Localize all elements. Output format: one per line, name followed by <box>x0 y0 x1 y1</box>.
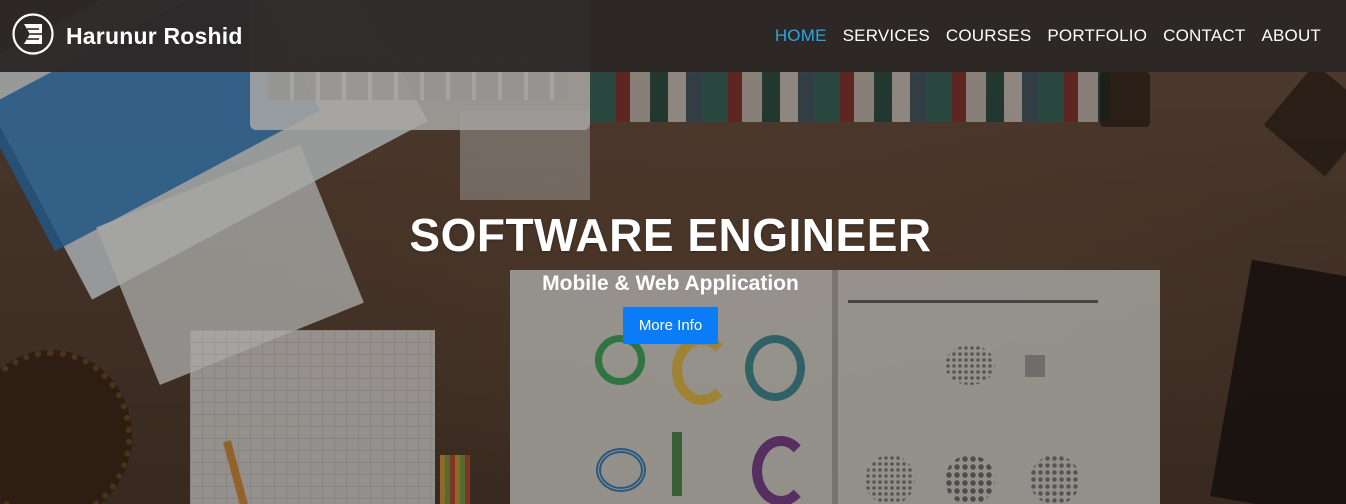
hero-title: SOFTWARE ENGINEER <box>409 209 932 261</box>
nav-item-courses[interactable]: COURSES <box>946 26 1031 46</box>
more-info-button[interactable]: More Info <box>623 307 718 344</box>
nav-item-about[interactable]: ABOUT <box>1261 26 1321 46</box>
nav-item-home[interactable]: HOME <box>775 26 827 46</box>
main-nav: HOME SERVICES COURSES PORTFOLIO CONTACT … <box>759 0 1321 72</box>
hero-section: SOFTWARE ENGINEER Mobile & Web Applicati… <box>0 0 1346 504</box>
nav-item-portfolio[interactable]: PORTFOLIO <box>1047 26 1147 46</box>
nav-item-services[interactable]: SERVICES <box>843 26 930 46</box>
brand-logo-icon <box>12 12 54 60</box>
brand-name: Harunur Roshid <box>66 22 243 49</box>
hero-subtitle: Mobile & Web Application <box>542 272 799 295</box>
brand-link[interactable]: Harunur Roshid <box>12 12 243 60</box>
nav-item-contact[interactable]: CONTACT <box>1163 26 1245 46</box>
top-navbar: Harunur Roshid HOME SERVICES COURSES POR… <box>0 0 1346 72</box>
